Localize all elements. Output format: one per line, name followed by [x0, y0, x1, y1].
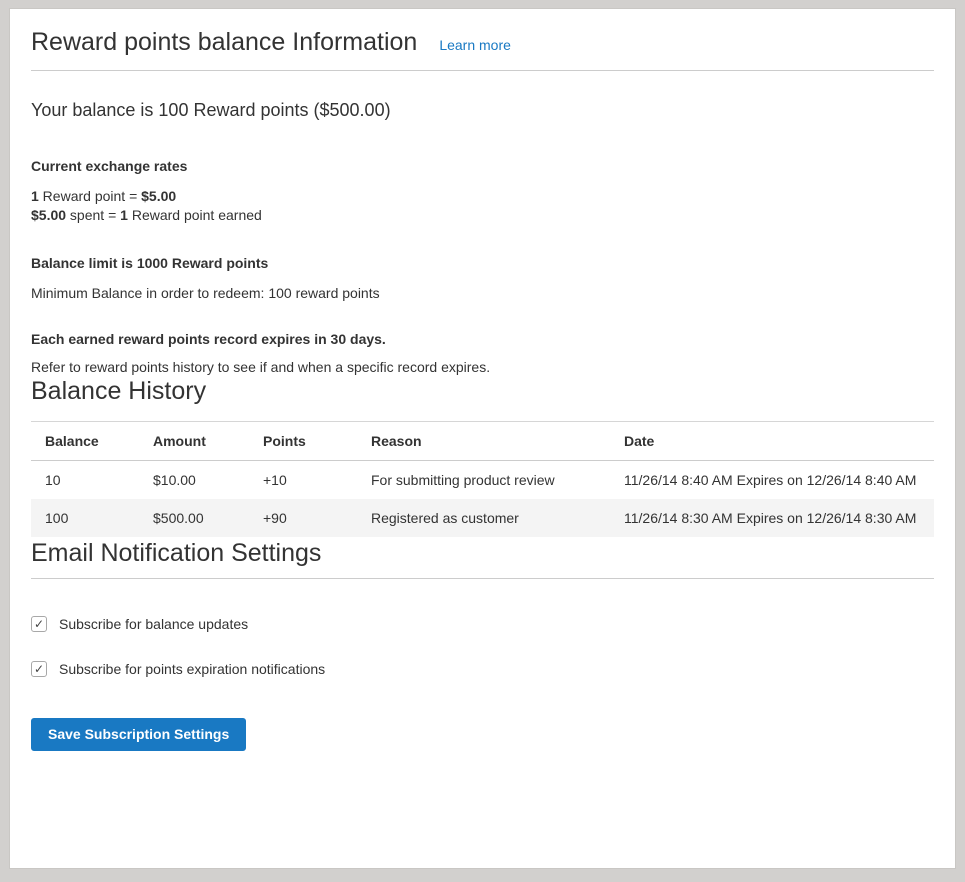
expiration-rule-text: Each earned reward points record expires… [31, 331, 934, 347]
save-subscription-settings-button[interactable]: Save Subscription Settings [31, 718, 246, 751]
table-row: 10 $10.00 +10 For submitting product rev… [31, 460, 934, 499]
rate-spend-text: spent = [66, 207, 120, 223]
email-settings-divider [31, 578, 934, 579]
learn-more-link[interactable]: Learn more [439, 37, 511, 53]
expiration-note-text: Refer to reward points history to see if… [31, 359, 934, 375]
page-title: Reward points balance Information [31, 26, 417, 59]
rate-spend-line: $5.00 spent = 1 Reward point earned [31, 207, 262, 223]
cell-balance: 100 [31, 499, 139, 537]
exchange-rates-lines: 1 Reward point = $5.00 $5.00 spent = 1 R… [31, 187, 934, 225]
cell-amount: $10.00 [139, 460, 249, 499]
column-header-points: Points [249, 421, 357, 460]
cell-amount: $500.00 [139, 499, 249, 537]
table-header-row: Balance Amount Points Reason Date [31, 421, 934, 460]
rate-spend-tail: Reward point earned [128, 207, 262, 223]
column-header-balance: Balance [31, 421, 139, 460]
subscribe-points-expiration-row: Subscribe for points expiration notifica… [31, 661, 934, 677]
balance-summary: Your balance is 100 Reward points ($500.… [31, 100, 934, 122]
cell-date: 11/26/14 8:40 AM Expires on 12/26/14 8:4… [610, 460, 934, 499]
rate-earn-text: Reward point = [39, 188, 141, 204]
cell-balance: 10 [31, 460, 139, 499]
rate-earn-amount: $5.00 [141, 188, 176, 204]
page-title-row: Reward points balance Information Learn … [31, 26, 934, 59]
table-row: 100 $500.00 +90 Registered as customer 1… [31, 499, 934, 537]
balance-updates-checkbox[interactable] [31, 616, 47, 632]
cell-reason: For submitting product review [357, 460, 610, 499]
balance-history-table: Balance Amount Points Reason Date 10 $10… [31, 421, 934, 537]
rate-spend-points: 1 [120, 207, 128, 223]
balance-history-heading: Balance History [31, 375, 934, 408]
title-divider [31, 70, 934, 71]
reward-points-panel: Reward points balance Information Learn … [9, 8, 956, 869]
cell-points: +10 [249, 460, 357, 499]
cell-reason: Registered as customer [357, 499, 610, 537]
rate-earn-line: 1 Reward point = $5.00 [31, 188, 176, 204]
rate-earn-points: 1 [31, 188, 39, 204]
balance-limit-text: Balance limit is 1000 Reward points [31, 255, 934, 271]
cell-points: +90 [249, 499, 357, 537]
window-frame: Reward points balance Information Learn … [0, 0, 965, 882]
balance-updates-label[interactable]: Subscribe for balance updates [59, 616, 248, 632]
points-expiration-label[interactable]: Subscribe for points expiration notifica… [59, 661, 325, 677]
points-expiration-checkbox[interactable] [31, 661, 47, 677]
minimum-balance-text: Minimum Balance in order to redeem: 100 … [31, 285, 934, 301]
column-header-date: Date [610, 421, 934, 460]
subscribe-balance-updates-row: Subscribe for balance updates [31, 616, 934, 632]
column-header-reason: Reason [357, 421, 610, 460]
cell-date: 11/26/14 8:30 AM Expires on 12/26/14 8:3… [610, 499, 934, 537]
rate-spend-amount: $5.00 [31, 207, 66, 223]
column-header-amount: Amount [139, 421, 249, 460]
email-notification-settings-heading: Email Notification Settings [31, 537, 934, 570]
exchange-rates-heading: Current exchange rates [31, 158, 934, 174]
